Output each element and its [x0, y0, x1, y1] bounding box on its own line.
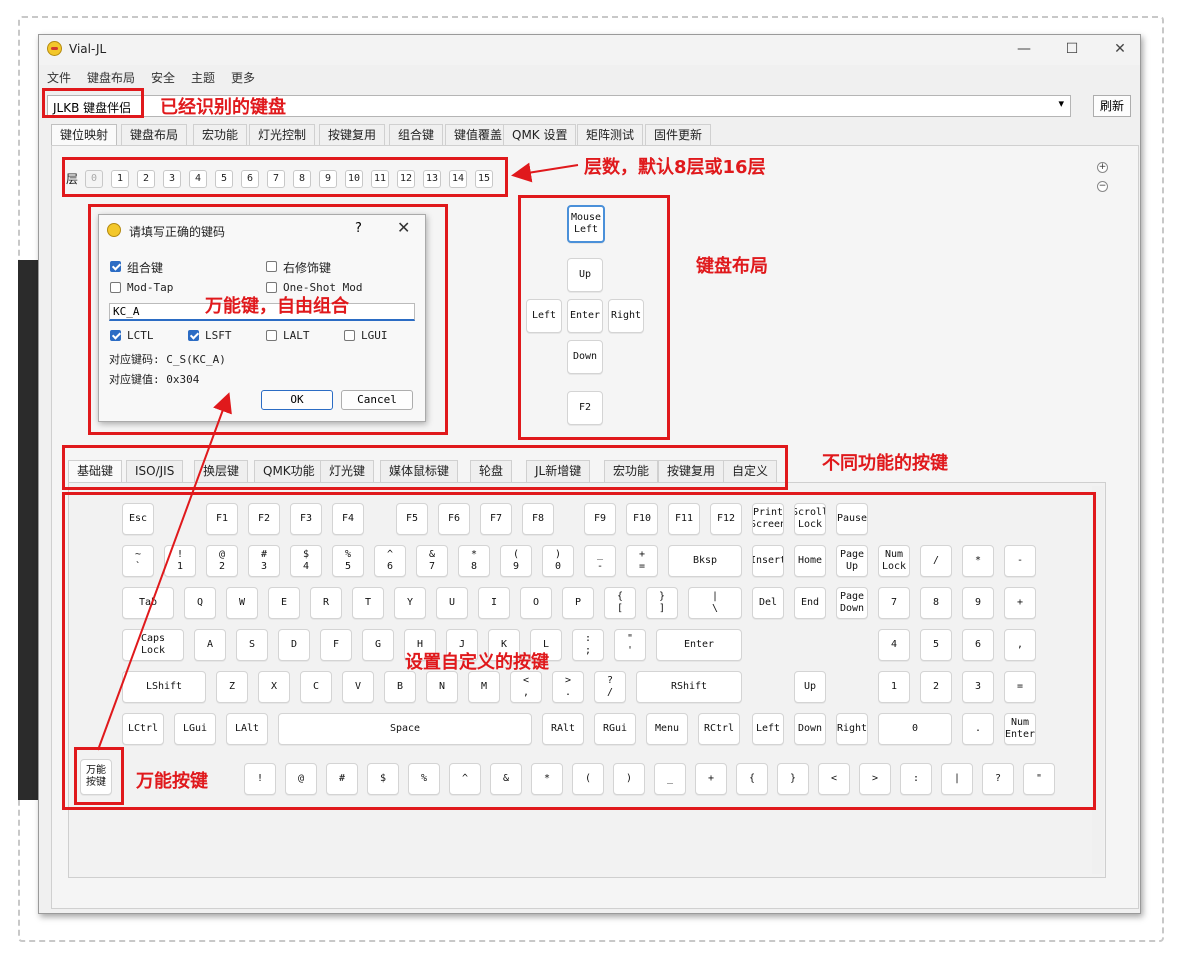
- note-layout: 键盘布局: [696, 256, 768, 277]
- note-function-keys: 不同功能的按键: [822, 453, 948, 474]
- note-custom-keys: 设置自定义的按键: [405, 652, 549, 673]
- screenshot-root: { "window": {"title": "Vial-JL", "minimi…: [0, 0, 1179, 956]
- note-any-key-button: 万能按键: [136, 771, 208, 792]
- annotation-arrows: [97, 162, 579, 751]
- note-any-key: 万能键，自由组合: [205, 296, 349, 317]
- note-layers: 层数，默认8层或16层: [584, 157, 766, 178]
- note-detected-keyboard: 已经识别的键盘: [160, 97, 286, 118]
